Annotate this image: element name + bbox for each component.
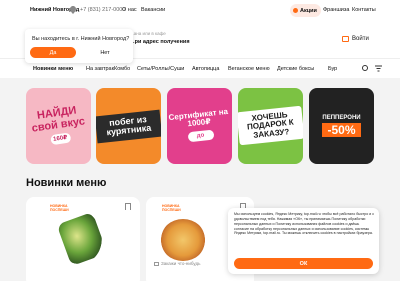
section-title: Новинки меню	[26, 177, 107, 189]
banner-price-badge: до 1000₽	[187, 129, 214, 150]
vacancies-link[interactable]: Вакансии	[141, 7, 165, 13]
promo-banner-certificate[interactable]: Сертификат на 1000₽ до 1000₽	[167, 88, 232, 164]
new-tag: НОВИНКА ПОСПЕШИ	[50, 204, 69, 212]
nav-item-kids[interactable]: Детские боксы	[277, 66, 314, 72]
top-bar: Нижний Новгород +7 (831) 217-0000 О нас …	[0, 0, 400, 22]
nav-item-new[interactable]: Новинки меню	[33, 66, 73, 72]
product-image	[160, 219, 206, 261]
banner-text: НАЙДИ свой вкус 160₽	[26, 104, 91, 149]
city-question: Вы находитесь в г. Нижний Новгород?	[32, 36, 130, 42]
nav-item-burgers[interactable]: Бур	[328, 66, 337, 72]
franchise-link[interactable]: Франшиза	[323, 7, 349, 13]
banner-text: ПЕППЕРОНИ -50%	[322, 114, 361, 138]
promo-button[interactable]: Акции	[290, 4, 321, 17]
contacts-link[interactable]: Контакты	[352, 7, 376, 13]
banner-title: Сертификат на 1000₽	[168, 107, 229, 129]
nav-item-sets[interactable]: Сеты/Роллы/Суши	[137, 66, 184, 72]
banner-discount: -50%	[322, 122, 361, 138]
order-note: Закажи что-нибудь	[154, 261, 200, 266]
address-selector[interactable]: ...ри адрес получения	[130, 39, 190, 45]
promo-banner-chicken[interactable]: побег из курятника	[96, 88, 161, 164]
product-card[interactable]: НОВИНКА ПОСПЕШИ	[26, 197, 140, 281]
promo-banner-gift[interactable]: ХОЧЕШЬ ПОДАРОК К ЗАКАЗУ?	[238, 88, 303, 164]
phone-link[interactable]: +7 (831) 217-0000	[80, 7, 125, 13]
nav-item-vegan[interactable]: Веганское меню	[228, 66, 270, 72]
banner-title: ХОЧЕШЬ ПОДАРОК К ЗАКАЗУ?	[238, 106, 303, 146]
promo-label: Акции	[300, 7, 317, 14]
search-icon[interactable]	[362, 65, 368, 71]
banner-title: НАЙДИ свой вкус	[30, 104, 86, 135]
note-icon	[154, 261, 159, 266]
product-image	[56, 211, 108, 267]
filter-icon[interactable]	[375, 65, 382, 72]
about-link[interactable]: О нас	[122, 7, 137, 13]
promo-banner-pepperoni[interactable]: ПЕППЕРОНИ -50%	[309, 88, 374, 164]
delivery-hint: ...ана или в кафе	[130, 31, 166, 36]
nav-item-breakfast[interactable]: На завтрак	[86, 66, 114, 72]
nav-item-autopizza[interactable]: Автопицца	[192, 66, 219, 72]
cookie-banner: Мы используем cookies, Яндекс Метрику, t…	[228, 208, 379, 274]
cookie-ok-button[interactable]: ОК	[234, 258, 373, 269]
confirm-city-button[interactable]: Да	[30, 47, 76, 58]
banner-price-badge: 160₽	[49, 132, 71, 146]
banner-title: побег из курятника	[96, 109, 161, 143]
promo-icon	[293, 8, 298, 13]
city-confirm-popup: Вы находитесь в г. Нижний Новгород? Да Н…	[25, 29, 133, 63]
promo-banner-find-taste[interactable]: НАЙДИ свой вкус 160₽	[26, 88, 91, 164]
banner-text: Сертификат на 1000₽ до 1000₽	[167, 107, 232, 150]
location-pin-icon[interactable]	[70, 6, 76, 14]
login-button[interactable]: Войти	[342, 36, 369, 42]
login-icon	[342, 36, 349, 42]
cookie-text: Мы используем cookies, Яндекс Метрику, t…	[234, 212, 375, 236]
order-note-text: Закажи что-нибудь	[161, 261, 201, 266]
nav-item-combo[interactable]: Комбо	[114, 66, 130, 72]
new-tag: НОВИНКА ПОСПЕШИ	[162, 204, 181, 212]
login-label: Войти	[352, 36, 369, 42]
bookmark-icon[interactable]	[125, 203, 131, 210]
banner-title: ПЕППЕРОНИ	[322, 114, 361, 121]
reject-city-button[interactable]: Нет	[82, 47, 128, 58]
